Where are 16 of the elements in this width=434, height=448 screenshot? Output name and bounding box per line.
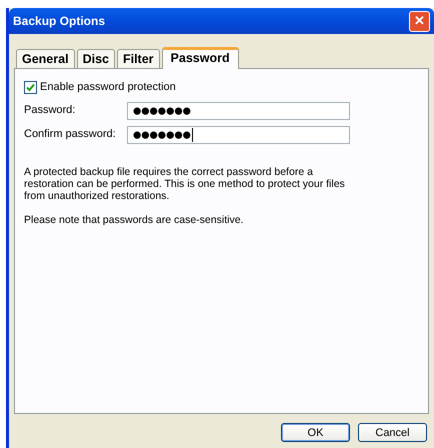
window-title: Backup Options: [13, 13, 106, 30]
dialog-button[interactable]: Cancel: [358, 423, 427, 442]
field-label: Confirm password:: [24, 127, 117, 142]
tab[interactable]: Disc: [76, 49, 115, 68]
tab[interactable]: Password: [162, 47, 239, 69]
checkbox[interactable]: [24, 80, 37, 94]
field-label: Password:: [24, 103, 76, 118]
close-button[interactable]: ✕: [409, 10, 430, 32]
tab[interactable]: General: [16, 49, 75, 68]
checkbox-label: Enable password protection: [40, 80, 176, 95]
dialog-button[interactable]: OK: [281, 423, 350, 442]
description-text: Please note that passwords are case-sensitive.: [24, 214, 244, 226]
password-field[interactable]: ●●●●●●●: [127, 102, 350, 120]
tab[interactable]: Filter: [116, 49, 160, 68]
description-text: A protected backup file requires the correct password before a restoration can be performed. This is one method to protect your files from unauthorized restorations.: [24, 166, 346, 202]
password-field[interactable]: ●●●●●●●: [127, 126, 350, 144]
